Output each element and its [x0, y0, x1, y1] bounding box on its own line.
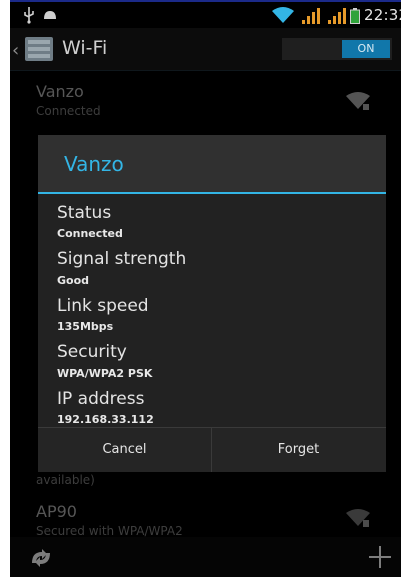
ip-address-value: 192.168.33.112: [57, 413, 154, 426]
status-bar: 22:32: [10, 0, 401, 28]
wifi-toggle[interactable]: ON: [282, 38, 392, 60]
wifi-signal-icon: [272, 7, 294, 23]
link-speed-label: Link speed: [57, 296, 149, 316]
ip-address-label: IP address: [57, 389, 145, 409]
phone-screen: 22:32 ‹ Wi-Fi ON Vanzo Connected availab…: [10, 0, 401, 577]
dialog-header: Vanzo: [38, 135, 386, 194]
security-label: Security: [57, 342, 127, 362]
page-title: Wi-Fi: [62, 37, 108, 59]
status-value: Connected: [57, 227, 123, 240]
status-time: 22:32: [364, 6, 401, 24]
cancel-button[interactable]: Cancel: [38, 428, 212, 472]
signal-strength-label: Signal strength: [57, 249, 187, 269]
usb-icon: [24, 7, 34, 24]
link-speed-value: 135Mbps: [57, 320, 114, 333]
bottom-bar: [10, 537, 401, 577]
status-label: Status: [57, 203, 112, 223]
dialog-button-bar: Cancel Forget: [38, 427, 386, 472]
settings-app-icon[interactable]: [24, 35, 54, 63]
back-chevron-icon[interactable]: ‹: [12, 40, 19, 61]
dialog-title: Vanzo: [64, 152, 124, 176]
battery-icon: [350, 8, 360, 24]
security-value: WPA/WPA2 PSK: [57, 367, 153, 380]
toggle-on-label: ON: [342, 40, 390, 58]
network-details-dialog: Vanzo Status Connected Signal strength G…: [38, 135, 386, 472]
debug-icon: [44, 11, 56, 19]
cell-signal-icon: [302, 8, 320, 24]
forget-button[interactable]: Forget: [212, 428, 385, 472]
refresh-icon[interactable]: [28, 547, 54, 569]
cell-signal-icon: [328, 8, 346, 24]
action-bar: ‹ Wi-Fi ON: [10, 28, 401, 71]
signal-strength-value: Good: [57, 274, 90, 287]
add-network-icon[interactable]: [368, 545, 392, 569]
